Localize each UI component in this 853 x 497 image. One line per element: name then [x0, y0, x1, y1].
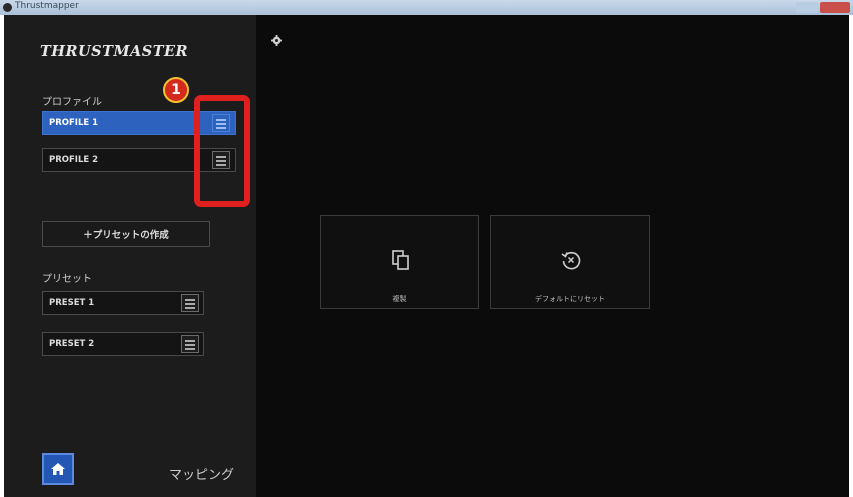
profiles-heading: プロファイル [42, 97, 102, 108]
preset-item-2[interactable]: PRESET 2 [42, 332, 204, 356]
app-icon [3, 3, 12, 12]
sidebar: THRUSTMASTER プロファイル PROFILE 1 PROFILE 2 … [4, 15, 256, 497]
copy-button[interactable]: 複製 [320, 215, 479, 309]
window-title: Thrustmapper [15, 1, 79, 11]
home-button[interactable] [42, 453, 74, 485]
callout-number-badge: 1 [163, 77, 189, 103]
app-window: THRUSTMASTER プロファイル PROFILE 1 PROFILE 2 … [4, 15, 849, 497]
home-icon [51, 463, 65, 475]
brand-logo: THRUSTMASTER [40, 43, 189, 60]
highlight-box [194, 95, 250, 207]
window-titlebar: Thrustmapper [0, 0, 853, 15]
reset-icon [561, 251, 581, 270]
preset-2-menu-icon[interactable] [181, 335, 199, 353]
gear-icon[interactable] [271, 35, 282, 46]
copy-icon [392, 250, 409, 270]
minimize-button[interactable] [796, 2, 818, 13]
presets-heading: プリセット [42, 274, 92, 285]
profile-item-label: PROFILE 1 [49, 118, 99, 128]
reset-to-default-button[interactable]: デフォルトにリセット [490, 215, 650, 309]
preset-item-label: PRESET 1 [49, 298, 95, 308]
copy-label: 複製 [392, 295, 407, 303]
preset-1-menu-icon[interactable] [181, 294, 199, 312]
preset-item-label: PRESET 2 [49, 339, 95, 349]
close-button[interactable] [820, 2, 850, 13]
reset-label: デフォルトにリセット [535, 295, 605, 303]
create-preset-button[interactable]: ＋プリセットの作成 [42, 221, 210, 247]
profile-item-label: PROFILE 2 [49, 155, 99, 165]
mapping-label: マッピング [169, 468, 235, 483]
preset-item-1[interactable]: PRESET 1 [42, 291, 204, 315]
